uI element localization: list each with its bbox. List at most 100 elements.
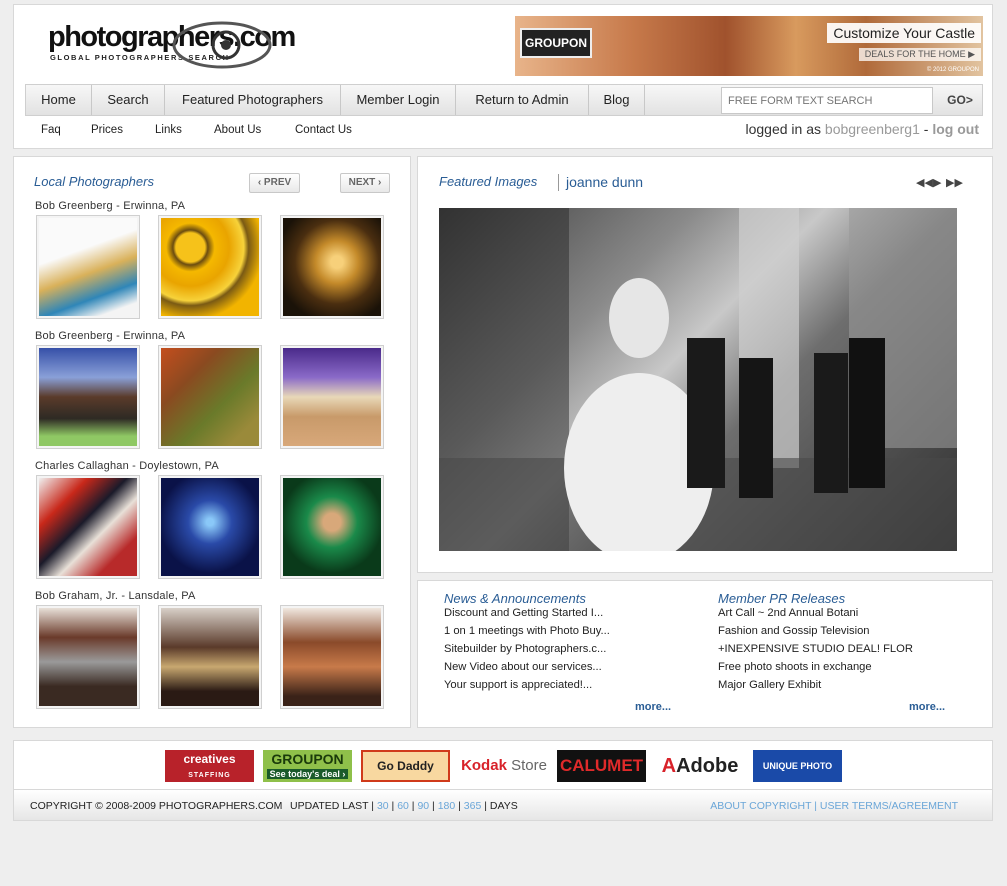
nav-featured-photographers[interactable]: Featured Photographers — [165, 85, 341, 115]
subnav-links[interactable]: Links — [155, 124, 182, 136]
subnav-contact-us[interactable]: Contact Us — [295, 124, 352, 136]
days-30-link[interactable]: 30 — [377, 800, 389, 812]
next-button[interactable]: NEXT › — [340, 173, 390, 193]
site-header: photographers.com GLOBAL PHOTOGRAPHERS S… — [13, 4, 993, 149]
photographer-name[interactable]: Bob Graham, Jr. - Lansdale, PA — [35, 590, 195, 602]
footer-links: ABOUT COPYRIGHT | USER TERMS/AGREEMENT — [710, 800, 958, 812]
banner-brand: GROUPON — [520, 28, 592, 58]
creatives-sub: STAFFING — [188, 772, 231, 779]
thumbnail[interactable] — [280, 475, 384, 579]
news-item[interactable]: Your support is appreciated!... — [444, 679, 592, 691]
days-90-link[interactable]: 90 — [417, 800, 429, 812]
pr-item[interactable]: Major Gallery Exhibit — [718, 679, 821, 691]
sponsor-kodak-logo[interactable]: Kodak Store — [460, 750, 548, 782]
photographer-name[interactable]: Bob Greenberg - Erwinna, PA — [35, 200, 185, 212]
sponsor-creatives-logo[interactable]: creatives STAFFING — [165, 750, 254, 782]
copyright-text: COPYRIGHT © 2008-2009 PHOTOGRAPHERS.COM — [30, 800, 283, 812]
nav-return-to-admin[interactable]: Return to Admin — [456, 85, 589, 115]
thumbnail[interactable] — [158, 215, 262, 319]
sponsor-calumet-logo[interactable]: CALUMET — [557, 750, 646, 782]
user-terms-link[interactable]: USER TERMS/AGREEMENT — [820, 800, 958, 812]
pr-item[interactable]: Free photo shoots in exchange — [718, 661, 872, 673]
thumbnail[interactable] — [36, 215, 140, 319]
about-copyright-link[interactable]: ABOUT COPYRIGHT — [710, 800, 811, 812]
creatives-text: creatives — [183, 752, 236, 766]
thumbnail[interactable] — [36, 345, 140, 449]
sponsor-godaddy-logo[interactable]: Go Daddy — [361, 750, 450, 782]
groupon-ad-banner[interactable]: GROUPON Customize Your Castle DEALS FOR … — [515, 16, 983, 76]
updated-label: UPDATED LAST — [290, 800, 369, 812]
groupon-sub: See today's deal › — [266, 769, 349, 779]
news-more-link[interactable]: more... — [635, 701, 671, 713]
featured-images-panel: Featured Images joanne dunn ◀◀ ▶ ▶▶ — [417, 156, 993, 573]
subnav-prices[interactable]: Prices — [91, 124, 123, 136]
thumbnail[interactable] — [280, 215, 384, 319]
login-separator: - — [919, 121, 933, 137]
login-prefix: logged in as — [745, 121, 825, 137]
featured-images-title: Featured Images — [439, 174, 538, 189]
pr-item[interactable]: Fashion and Gossip Television — [718, 625, 870, 637]
login-username[interactable]: bobgreenberg1 — [825, 121, 920, 137]
logout-link[interactable]: log out — [932, 121, 979, 137]
news-panel: News & Announcements Discount and Gettin… — [417, 580, 993, 728]
banner-copyright: © 2012 GROUPON — [926, 67, 979, 73]
adobe-text: Adobe — [676, 755, 739, 777]
days-365-link[interactable]: 365 — [464, 800, 482, 812]
news-item[interactable]: New Video about our services... — [444, 661, 602, 673]
sponsor-groupon-logo[interactable]: GROUPON See today's deal › — [263, 750, 352, 782]
thumbnail[interactable] — [280, 345, 384, 449]
days-60-link[interactable]: 60 — [397, 800, 409, 812]
thumbnail[interactable] — [36, 475, 140, 579]
sponsor-unique-photo-logo[interactable]: UNIQUE PHOTO — [753, 750, 842, 782]
login-status: logged in as bobgreenberg1 - log out — [746, 121, 980, 137]
featured-photo-art — [439, 208, 957, 551]
sub-nav: Faq Prices Links About Us Contact Us log… — [25, 116, 983, 144]
thumbnail[interactable] — [158, 605, 262, 709]
groupon-text: GROUPON — [271, 751, 344, 767]
featured-photo[interactable] — [439, 208, 957, 551]
adobe-icon: A — [661, 755, 677, 777]
local-photographers-title: Local Photographers — [34, 174, 154, 189]
prev-button[interactable]: ‹ PREV — [249, 173, 300, 193]
eye-logo-icon — [172, 21, 272, 69]
news-item[interactable]: 1 on 1 meetings with Photo Buy... — [444, 625, 610, 637]
nav-search[interactable]: Search — [92, 85, 165, 115]
news-item[interactable]: Sitebuilder by Photographers.c... — [444, 643, 606, 655]
news-title: News & Announcements — [444, 591, 586, 606]
days-180-link[interactable]: 180 — [438, 800, 456, 812]
kodak-text: Kodak — [461, 757, 507, 774]
thumbnail[interactable] — [158, 475, 262, 579]
nav-home[interactable]: Home — [26, 85, 92, 115]
pr-item[interactable]: Art Call ~ 2nd Annual Botani — [718, 607, 858, 619]
featured-photographer-link[interactable]: joanne dunn — [566, 174, 643, 190]
updated-last: UPDATED LAST | 30 | 60 | 90 | 180 | 365 … — [290, 800, 518, 812]
subnav-about-us[interactable]: About Us — [214, 124, 261, 136]
photographer-name[interactable]: Bob Greenberg - Erwinna, PA — [35, 330, 185, 342]
banner-cta: DEALS FOR THE HOME ▶ — [858, 48, 981, 61]
site-footer: COPYRIGHT © 2008-2009 PHOTOGRAPHERS.COM … — [13, 790, 993, 821]
thumbnail[interactable] — [158, 345, 262, 449]
site-logo[interactable]: photographers.com GLOBAL PHOTOGRAPHERS S… — [48, 15, 296, 75]
thumbnail[interactable] — [36, 605, 140, 709]
main-nav: Home Search Featured Photographers Membe… — [25, 84, 983, 116]
pr-item[interactable]: +INEXPENSIVE STUDIO DEAL! FLOR — [718, 643, 913, 655]
next-icon[interactable]: ▶▶ — [946, 176, 963, 189]
play-icon[interactable]: ▶ — [933, 176, 941, 189]
sponsor-adobe-logo[interactable]: AAdobe — [655, 750, 745, 782]
title-divider — [558, 174, 559, 191]
days-label: DAYS — [489, 800, 518, 812]
nav-member-login[interactable]: Member Login — [341, 85, 456, 115]
search-input[interactable] — [721, 87, 933, 114]
banner-headline: Customize Your Castle — [827, 23, 981, 43]
photographer-name[interactable]: Charles Callaghan - Doylestown, PA — [35, 460, 219, 472]
kodak-store-text: Store — [511, 757, 547, 774]
news-item[interactable]: Discount and Getting Started I... — [444, 607, 603, 619]
pr-more-link[interactable]: more... — [909, 701, 945, 713]
go-button[interactable]: GO> — [938, 85, 982, 115]
thumbnail[interactable] — [280, 605, 384, 709]
nav-blog[interactable]: Blog — [589, 85, 645, 115]
subnav-faq[interactable]: Faq — [41, 124, 61, 136]
local-photographers-panel: Local Photographers ‹ PREV NEXT › Bob Gr… — [13, 156, 411, 728]
sponsor-strip: creatives STAFFING GROUPON See today's d… — [13, 740, 993, 790]
previous-icon[interactable]: ◀◀ — [916, 176, 933, 189]
